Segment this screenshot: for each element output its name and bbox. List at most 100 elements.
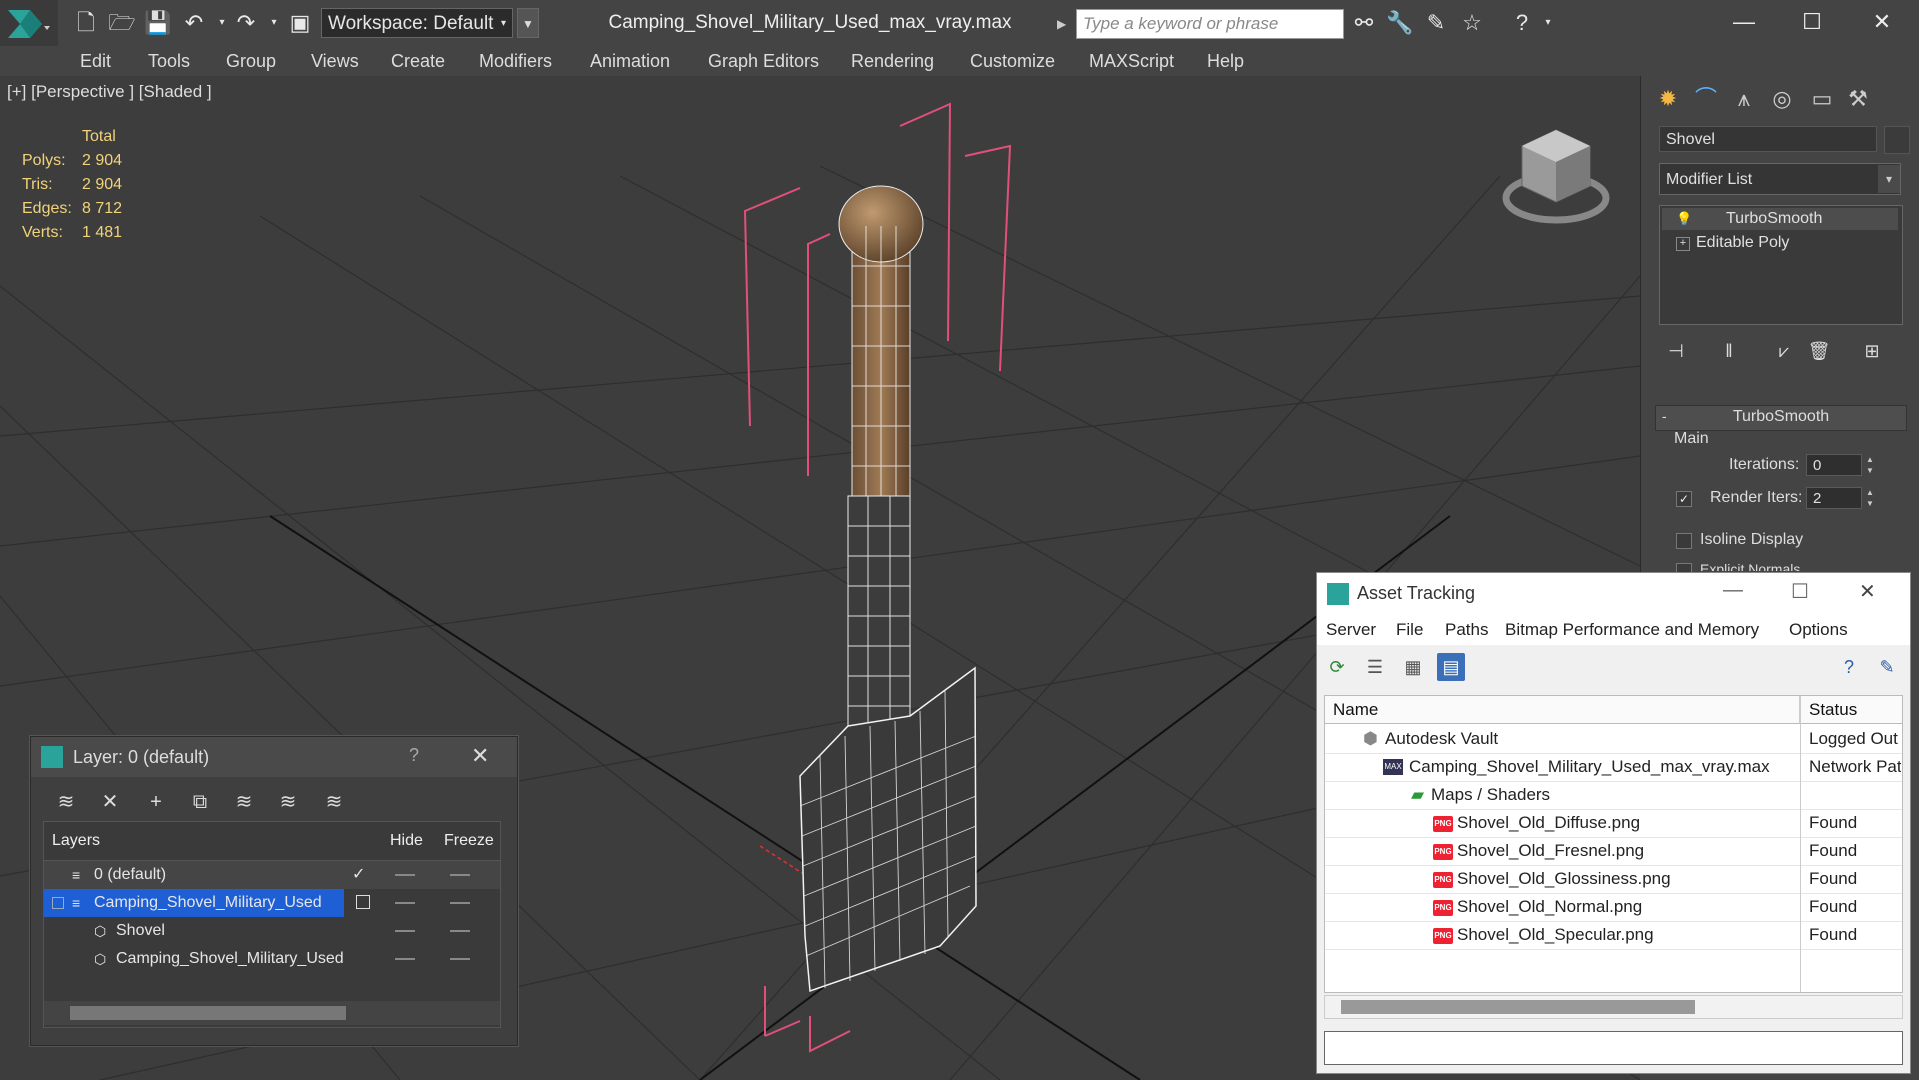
- list-view-icon[interactable]: ☰: [1361, 653, 1389, 681]
- collapse-minus-icon[interactable]: [52, 897, 64, 909]
- motion-tab-icon[interactable]: ◎: [1765, 82, 1799, 116]
- menu-file[interactable]: File: [1396, 615, 1423, 645]
- set-current-layer-icon[interactable]: [356, 895, 370, 909]
- hide-toggle[interactable]: [395, 902, 415, 904]
- menu-options[interactable]: Options: [1789, 615, 1848, 645]
- turbosmooth-rollout-header[interactable]: - TurboSmooth: [1655, 405, 1907, 431]
- render-iters-checkbox[interactable]: ✓: [1676, 491, 1692, 507]
- display-tab-icon[interactable]: ▭: [1805, 82, 1839, 116]
- close-icon[interactable]: ✕: [471, 743, 489, 769]
- workspace-menu-icon[interactable]: ▼: [517, 8, 539, 38]
- menu-graph-editors[interactable]: Graph Editors: [708, 46, 819, 76]
- redo-dropdown-icon[interactable]: ▾: [260, 9, 288, 37]
- show-end-result-icon[interactable]: ‖: [1715, 337, 1743, 365]
- hide-all-icon[interactable]: ≋: [273, 787, 303, 817]
- spinner-arrows-icon[interactable]: ▲ ▼: [1865, 487, 1875, 509]
- favorites-star-icon[interactable]: ☆: [1458, 9, 1486, 37]
- connect-icon[interactable]: ✎: [1422, 9, 1450, 37]
- menu-animation[interactable]: Animation: [590, 46, 670, 76]
- menu-customize[interactable]: Customize: [970, 46, 1055, 76]
- refresh-icon[interactable]: ⟳: [1323, 653, 1351, 681]
- lightbulb-icon[interactable]: 💡: [1676, 208, 1692, 230]
- render-iters-spinner[interactable]: 2: [1806, 487, 1862, 509]
- chevron-down-icon[interactable]: ▾: [1878, 165, 1900, 193]
- asset-row[interactable]: MAX Camping_Shovel_Military_Used_max_vra…: [1325, 753, 1902, 782]
- tools-icon[interactable]: 🔧: [1386, 9, 1414, 37]
- column-header-status[interactable]: Status: [1801, 696, 1902, 724]
- stack-item-turbosmooth[interactable]: 💡 TurboSmooth: [1662, 208, 1898, 230]
- undo-icon[interactable]: ↶: [180, 9, 208, 37]
- open-file-icon[interactable]: 🗁: [108, 9, 136, 37]
- help-icon[interactable]: ?: [409, 745, 419, 766]
- menu-create[interactable]: Create: [391, 46, 445, 76]
- freeze-toggle[interactable]: [450, 902, 470, 904]
- asset-row[interactable]: PNG Shovel_Old_Diffuse.png Found: [1325, 809, 1902, 838]
- workspace-select[interactable]: Workspace: Default ▾: [321, 8, 513, 38]
- menu-edit[interactable]: Edit: [80, 46, 111, 76]
- search-input[interactable]: Type a keyword or phrase: [1076, 9, 1344, 39]
- column-header-name[interactable]: Name: [1325, 696, 1800, 724]
- column-header-layers[interactable]: Layers: [52, 822, 352, 860]
- menu-help[interactable]: Help: [1207, 46, 1244, 76]
- asset-row[interactable]: ▰ Maps / Shaders: [1325, 781, 1902, 810]
- active-checkmark-icon[interactable]: ✓: [352, 861, 365, 889]
- modifier-list-dropdown[interactable]: Modifier List: [1659, 163, 1901, 195]
- hide-toggle[interactable]: [395, 930, 415, 932]
- shovel-model[interactable]: [799, 185, 977, 993]
- menu-modifiers[interactable]: Modifiers: [479, 46, 552, 76]
- project-folder-icon[interactable]: ▣: [286, 9, 314, 37]
- close-icon[interactable]: ✕: [1852, 4, 1912, 40]
- maximize-icon[interactable]: ☐: [1782, 4, 1842, 40]
- layer-dialog-titlebar[interactable]: Layer: 0 (default) ? ✕: [31, 737, 517, 777]
- layer-row-camping-shovel[interactable]: ≡ Camping_Shovel_Military_Used: [44, 889, 500, 917]
- expand-plus-icon[interactable]: +: [1676, 237, 1690, 251]
- make-unique-icon[interactable]: ⩗: [1770, 337, 1798, 365]
- binoculars-icon[interactable]: ⚯: [1350, 9, 1378, 37]
- freeze-toggle[interactable]: [450, 930, 470, 932]
- stack-item-editable-poly[interactable]: + Editable Poly: [1662, 232, 1898, 254]
- hide-toggle[interactable]: [395, 958, 415, 960]
- help-icon[interactable]: ?: [1835, 653, 1863, 681]
- hierarchy-tab-icon[interactable]: ⩚: [1727, 82, 1761, 116]
- object-color-swatch[interactable]: [1884, 126, 1910, 154]
- save-icon[interactable]: 💾: [144, 9, 172, 37]
- search-expand-icon[interactable]: ▶: [1057, 9, 1074, 39]
- select-objects-icon[interactable]: ⧉: [185, 787, 215, 817]
- layer-row-default[interactable]: ≡ 0 (default) ✓: [44, 861, 500, 889]
- isoline-checkbox[interactable]: [1676, 533, 1692, 549]
- help-icon[interactable]: ?: [1508, 9, 1536, 37]
- freeze-toggle[interactable]: [450, 874, 470, 876]
- menu-maxscript[interactable]: MAXScript: [1089, 46, 1174, 76]
- help-dropdown-icon[interactable]: ▾: [1534, 9, 1562, 37]
- freeze-toggle[interactable]: [450, 958, 470, 960]
- thumbnail-view-icon[interactable]: ▦: [1399, 653, 1427, 681]
- create-tab-icon[interactable]: ✹: [1651, 82, 1685, 116]
- asset-row[interactable]: PNG Shovel_Old_Specular.png Found: [1325, 921, 1902, 950]
- menu-rendering[interactable]: Rendering: [851, 46, 934, 76]
- highlight-layer-icon[interactable]: ≋: [229, 787, 259, 817]
- add-selection-icon[interactable]: +: [141, 787, 171, 817]
- menu-server[interactable]: Server: [1326, 615, 1376, 645]
- viewport-label[interactable]: [+] [Perspective ] [Shaded ]: [7, 82, 212, 102]
- scrollbar-thumb[interactable]: [1341, 1000, 1695, 1014]
- delete-layer-icon[interactable]: ✕: [95, 787, 125, 817]
- asset-row[interactable]: PNG Shovel_Old_Fresnel.png Found: [1325, 837, 1902, 866]
- iterations-spinner[interactable]: 0: [1806, 454, 1862, 476]
- asset-row[interactable]: PNG Shovel_Old_Glossiness.png Found: [1325, 865, 1902, 894]
- viewcube-icon[interactable]: [1500, 120, 1620, 230]
- maximize-icon[interactable]: ☐: [1791, 579, 1809, 604]
- modify-tab-icon[interactable]: ⌒: [1689, 82, 1723, 116]
- remove-modifier-icon[interactable]: 🗑: [1805, 337, 1833, 365]
- menu-views[interactable]: Views: [311, 46, 359, 76]
- horizontal-scrollbar[interactable]: [1324, 995, 1903, 1019]
- table-view-icon[interactable]: ▤: [1437, 653, 1465, 681]
- new-file-icon[interactable]: 🗋: [72, 9, 100, 37]
- column-header-hide[interactable]: Hide: [390, 822, 423, 860]
- asset-row[interactable]: ⬢ Autodesk Vault Logged Out: [1325, 725, 1902, 754]
- layer-row-camping-shovel-object[interactable]: ⬡ Camping_Shovel_Military_Used: [44, 945, 500, 973]
- object-name-field[interactable]: Shovel: [1659, 126, 1877, 152]
- menu-bitmap-performance[interactable]: Bitmap Performance and Memory: [1505, 615, 1759, 645]
- menu-paths[interactable]: Paths: [1445, 615, 1488, 645]
- configure-sets-icon[interactable]: ⊞: [1858, 337, 1886, 365]
- column-header-freeze[interactable]: Freeze: [444, 822, 494, 860]
